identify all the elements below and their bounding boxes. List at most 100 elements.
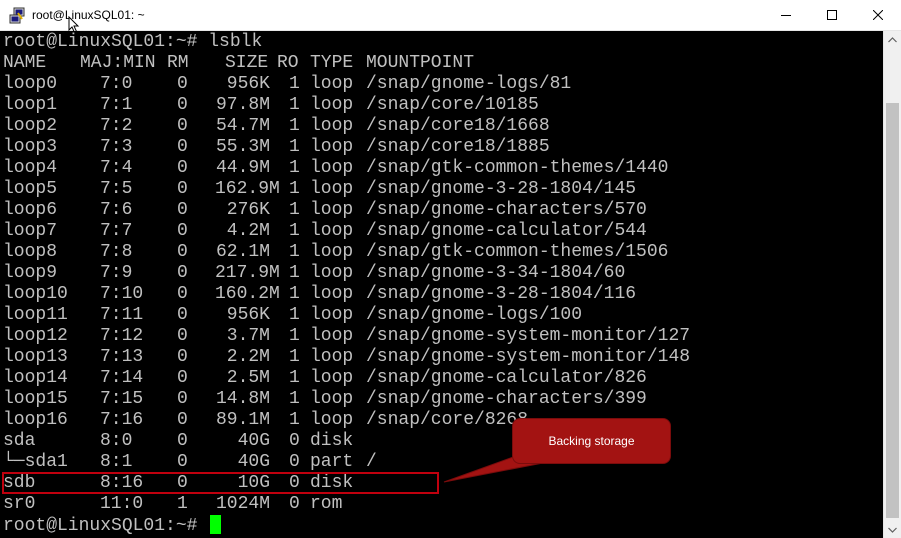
- cell-ro: 1: [289, 74, 300, 94]
- cell-rm: 0: [177, 95, 188, 115]
- cell-ro: 1: [289, 242, 300, 262]
- cell-name: loop15: [3, 389, 68, 409]
- device-row-loop13: loop13 7:13 0 2.2M 1 loop/snap/gnome-system-m…: [3, 347, 873, 368]
- cell-name: loop9: [3, 263, 58, 283]
- final-prompt: root@LinuxSQL01:~#: [3, 516, 198, 536]
- cell-name: loop0: [3, 74, 58, 94]
- device-row-loop5: loop5 7:5 0 162.9M 1 loop/snap/gnome-3-28-180…: [3, 179, 873, 200]
- cell-rm: 0: [177, 179, 188, 199]
- close-icon: [873, 10, 883, 20]
- cell-type: loop: [310, 95, 354, 115]
- device-row-loop6: loop6 7:6 0 276K 1 loop/snap/gnome-characters…: [3, 200, 873, 221]
- cell-size: 956K: [226, 305, 270, 325]
- cell-type: rom: [310, 494, 343, 514]
- header-size: SIZE: [225, 53, 269, 73]
- cell-name: sda: [3, 431, 36, 451]
- cell-size: 276K: [226, 200, 270, 220]
- cell-majmin: 7:15: [100, 389, 144, 409]
- vertical-scrollbar[interactable]: [883, 31, 901, 538]
- cell-mount: /: [366, 452, 377, 472]
- scroll-down-button[interactable]: [884, 521, 901, 538]
- cell-size: 160.2M: [215, 284, 280, 304]
- cell-size: 3.7M: [226, 326, 270, 346]
- cell-majmin: 7:12: [100, 326, 144, 346]
- terminal-output[interactable]: root@LinuxSQL01:~# lsblk NAME MAJ:MIN RM…: [0, 31, 883, 538]
- cell-size: 89.1M: [215, 410, 270, 430]
- device-row-sda: sda 8:0 0 40G 0 disk: [3, 431, 873, 452]
- device-row-loop0: loop0 7:0 0 956K 1 loop/snap/gnome-logs/81: [3, 74, 873, 95]
- cell-mount: /snap/gnome-calculator/826: [366, 368, 647, 388]
- cell-ro: 1: [289, 347, 300, 367]
- cell-size: 55.3M: [215, 137, 270, 157]
- cell-rm: 0: [177, 368, 188, 388]
- maximize-button[interactable]: [809, 0, 855, 30]
- cell-majmin: 7:10: [100, 284, 144, 304]
- cell-rm: 0: [177, 284, 188, 304]
- cell-type: loop: [310, 200, 354, 220]
- cell-type: loop: [310, 137, 354, 157]
- cell-rm: 0: [177, 137, 188, 157]
- cell-type: loop: [310, 368, 354, 388]
- cell-name: loop8: [3, 242, 58, 262]
- scroll-up-button[interactable]: [884, 31, 901, 48]
- maximize-icon: [827, 10, 837, 20]
- cell-name: loop4: [3, 158, 58, 178]
- header-majmin: MAJ:MIN: [80, 53, 156, 73]
- cell-mount: /snap/gnome-system-monitor/148: [366, 347, 691, 367]
- cell-mount: /snap/gnome-characters/399: [366, 389, 647, 409]
- putty-icon: [9, 7, 25, 24]
- cell-name: loop7: [3, 221, 58, 241]
- cell-ro: 1: [289, 326, 300, 346]
- cell-size: 956K: [226, 74, 270, 94]
- cell-mount: /snap/gnome-3-28-1804/116: [366, 284, 637, 304]
- cell-mount: /snap/core18/1885: [366, 137, 550, 157]
- device-row-loop9: loop9 7:9 0 217.9M 1 loop/snap/gnome-3-34-180…: [3, 263, 873, 284]
- cell-name: loop12: [3, 326, 68, 346]
- cell-type: loop: [310, 221, 354, 241]
- cell-type: loop: [310, 389, 354, 409]
- cell-mount: /snap/gnome-characters/570: [366, 200, 647, 220]
- cell-name: loop3: [3, 137, 58, 157]
- device-row-loop7: loop7 7:7 0 4.2M 1 loop/snap/gnome-calculator…: [3, 221, 873, 242]
- header-row: NAME MAJ:MIN RM SIZE RO TYPE MOUNTPOINT: [3, 53, 873, 74]
- cell-majmin: 7:4: [100, 158, 133, 178]
- cell-majmin: 8:0: [100, 431, 133, 451]
- cell-rm: 0: [177, 263, 188, 283]
- cell-majmin: 7:2: [100, 116, 133, 136]
- device-row-loop8: loop8 7:8 0 62.1M 1 loop/snap/gtk-common-them…: [3, 242, 873, 263]
- device-row-loop4: loop4 7:4 0 44.9M 1 loop/snap/gtk-common-them…: [3, 158, 873, 179]
- cell-majmin: 7:6: [100, 200, 133, 220]
- cell-rm: 0: [177, 74, 188, 94]
- scrollbar-thumb[interactable]: [886, 103, 899, 518]
- cell-majmin: 7:14: [100, 368, 144, 388]
- title-bar[interactable]: root@LinuxSQL01: ~: [0, 0, 901, 34]
- cell-rm: 0: [177, 452, 188, 472]
- cell-majmin: 7:9: [100, 263, 133, 283]
- cell-majmin: 7:5: [100, 179, 133, 199]
- header-rm: RM: [167, 53, 189, 73]
- cell-name: loop5: [3, 179, 58, 199]
- device-row-loop14: loop14 7:14 0 2.5M 1 loop/snap/gnome-calculat…: [3, 368, 873, 389]
- cell-size: 2.2M: [226, 347, 270, 367]
- close-button[interactable]: [855, 0, 901, 30]
- minimize-button[interactable]: [763, 0, 809, 30]
- cell-ro: 1: [289, 137, 300, 157]
- cell-ro: 0: [289, 431, 300, 451]
- cell-majmin: 7:11: [100, 305, 144, 325]
- cell-majmin: 8:1: [100, 452, 133, 472]
- cell-mount: /snap/gtk-common-themes/1440: [366, 158, 669, 178]
- cell-mount: /snap/core/8268: [366, 410, 529, 430]
- chevron-up-icon: [888, 36, 897, 42]
- sdb-highlight-box: [2, 472, 439, 494]
- cell-ro: 1: [289, 305, 300, 325]
- cell-rm: 0: [177, 221, 188, 241]
- cell-name: loop14: [3, 368, 68, 388]
- cell-mount: /snap/core18/1668: [366, 116, 550, 136]
- cell-rm: 0: [177, 305, 188, 325]
- text-cursor: [210, 515, 222, 534]
- cell-ro: 1: [289, 179, 300, 199]
- cell-type: loop: [310, 305, 354, 325]
- cell-ro: 1: [289, 284, 300, 304]
- callout-label: Backing storage: [548, 434, 635, 448]
- cell-ro: 1: [289, 158, 300, 178]
